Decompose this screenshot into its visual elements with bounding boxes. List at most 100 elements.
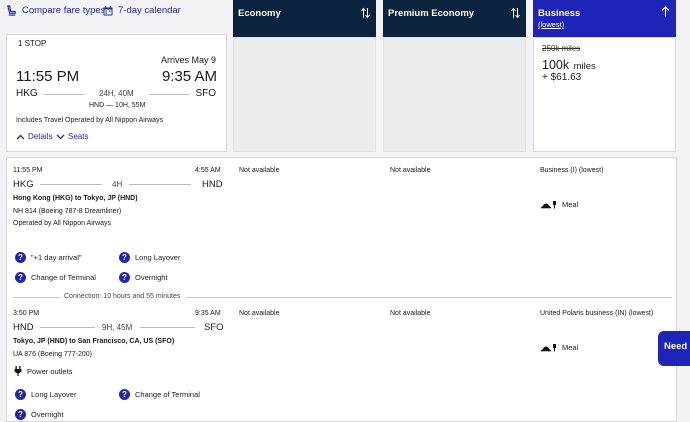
info-tag[interactable]: ? Overnight [15,409,64,420]
depart-time: 11:55 PM [16,68,80,85]
segment2-duration: 9H, 45M [102,323,133,332]
destination-code: SFO [195,88,216,99]
meal-label: Meal [562,343,579,352]
chevron-up-icon [16,134,25,139]
cash-price: + $61.63 [542,72,582,83]
seven-day-calendar-link[interactable]: 7-day calendar [103,5,181,16]
segment2-destination: SFO [204,322,224,333]
origin-code: HKG [16,88,38,99]
info-tag-label: Change of Terminal [135,390,200,399]
sort-up-icon [661,6,670,17]
business-fare-cell[interactable]: 250k miles 100k miles + $61.63 [533,37,676,152]
route-line [40,327,95,328]
business-column-header[interactable]: Business (lowest) [533,0,676,38]
meal-amenity: Meal [541,343,578,352]
segment1-operator: Operated by All Nippon Airways [13,220,112,227]
info-tag[interactable]: ? Change of Terminal [119,389,200,400]
segment2-economy-status: Not available [239,310,280,317]
segment2-depart-time: 3:50 PM [13,310,40,317]
stops-label: 1 STOP [18,39,47,48]
premium-economy-fare-cell [383,37,526,152]
power-label: Power outlets [27,366,73,376]
seats-toggle[interactable]: Seats [56,132,88,141]
need-help-label: Need a [664,341,690,352]
details-toggle[interactable]: Details [16,132,52,141]
route-line [140,327,195,328]
info-tag-label: Long Layover [135,253,181,262]
question-icon: ? [119,252,130,263]
question-icon: ? [119,389,130,400]
info-tag[interactable]: ? Overnight [119,272,168,283]
premium-economy-header-label: Premium Economy [388,8,475,19]
info-tag-label: Overnight [31,410,64,419]
route-line [40,184,102,185]
info-tag[interactable]: ? Long Layover [119,252,180,263]
segment2-flight: UA 876 (Boeing 777-200) [13,351,92,358]
info-tag[interactable]: ? "+1 day arrival" [15,252,82,263]
segment1-flight: NH 814 (Boeing 787-8 Dreamliner) [13,208,122,215]
details-label: Details [28,132,53,141]
compare-fare-types-label: Compare fare types [22,5,106,16]
premium-economy-column-header[interactable]: Premium Economy [383,0,526,38]
meal-amenity: Meal [541,200,578,209]
segment2-origin: HND [13,322,34,333]
sort-icon [511,7,520,19]
arrival-date: Arrives May 9 [160,55,216,65]
compare-fare-types-link[interactable]: Compare fare types [6,5,105,16]
segment1-depart-time: 11:55 PM [13,167,43,174]
segment2-arrive-time: 9:35 AM [195,310,221,317]
economy-column-header[interactable]: Economy [233,0,376,38]
flight-summary-card: 1 STOP Arrives May 9 11:55 PM 9:35 AM HK… [6,34,227,152]
info-tag-label: Change of Terminal [31,273,96,282]
economy-header-label: Economy [238,8,281,19]
question-icon: ? [15,389,26,400]
segment1-economy-status: Not available [239,167,280,174]
connection-divider [186,297,672,298]
business-header-sublabel: (lowest) [538,20,565,29]
segment2-premium-status: Not available [390,310,431,317]
meal-icon [541,201,556,209]
question-icon: ? [15,272,26,283]
connection-label: Connection: 10 hours and 55 minutes [64,293,181,300]
connection-divider [13,297,61,298]
miles-unit: miles [573,61,596,72]
operated-by: Includes Travel Operated by All Nippon A… [16,117,164,124]
info-tag[interactable]: ? Change of Terminal [15,272,96,283]
segment1-premium-status: Not available [390,167,431,174]
need-help-button[interactable]: Need a [658,331,690,366]
segment2-business-cabin: United Polaris business (IN) (lowest) [540,310,654,317]
calendar-icon [103,5,113,15]
route-line [129,184,191,185]
question-icon: ? [119,272,130,283]
question-icon: ? [15,409,26,420]
power-amenity: Power outlets [14,366,72,376]
meal-icon [541,344,556,352]
segment2-route: Tokyo, JP (HND) to San Francisco, CA, US… [13,338,175,345]
miles-amount: 100k [542,58,570,72]
total-duration: 24H, 40M [99,89,134,98]
segment1-duration: 4H [112,180,123,189]
route-line [149,94,189,95]
info-tag-label: "+1 day arrival" [31,253,82,262]
layover-info: HND — 10H, 55M [89,102,146,109]
chevron-down-icon [56,134,65,139]
seven-day-calendar-label: 7-day calendar [118,5,181,16]
original-price: 250k miles [542,44,581,53]
info-tag-label: Long Layover [31,390,77,399]
info-tag[interactable]: ? Long Layover [15,389,76,400]
economy-fare-cell [233,37,376,152]
segment1-origin: HKG [13,179,34,190]
segment1-destination: HND [202,179,223,190]
sort-icon [361,7,370,19]
flight-details-panel: 11:55 PM 4:55 AM HKG 4H HND Hong Kong (H… [6,157,677,422]
segment1-business-cabin: Business (I) (lowest) [540,167,604,174]
info-tag-label: Overnight [135,273,168,282]
route-line [44,94,84,95]
arrive-time: 9:35 AM [161,68,217,85]
segment1-route: Hong Kong (HKG) to Tokyo, JP (HND) [13,195,138,202]
meal-label: Meal [562,200,579,209]
seats-label: Seats [68,132,89,141]
seat-icon [7,5,16,16]
segment1-arrive-time: 4:55 AM [195,167,221,174]
plug-icon [14,366,22,376]
